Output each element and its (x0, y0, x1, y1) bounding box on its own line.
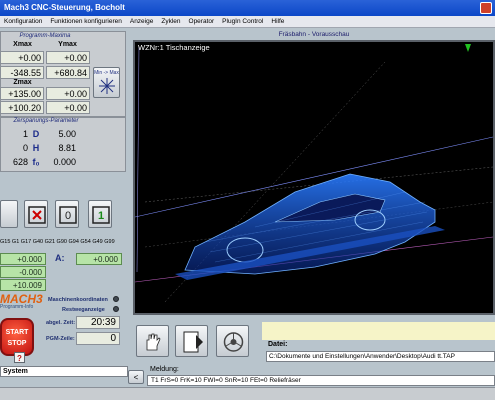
pgm-zeile-label: PGM-Zeile: (46, 336, 75, 342)
xmin-value: -348.55 (0, 66, 44, 79)
menu-anzeige[interactable]: Anzeige (126, 18, 158, 25)
dro-x[interactable]: +0.000 (0, 253, 46, 265)
window-title-bar: Mach3 CNC-Steuerung, Bocholt (0, 0, 495, 16)
zerspanung-v1: 628 (12, 157, 28, 167)
zerspanung-v2: 0.000 (53, 157, 76, 167)
minmax-button[interactable]: Min -> Max (93, 67, 120, 98)
one-button[interactable]: 1 (88, 200, 112, 228)
dro-a[interactable]: +0.000 (76, 253, 122, 265)
zmin2-value: +0.00 (46, 101, 90, 114)
nav-left-button[interactable]: < (128, 370, 144, 384)
mach3-logo: MACH3 Programm-Info (0, 292, 44, 312)
programm-maxima-header: Programm-Maxima (19, 33, 71, 39)
crosshair-icon (99, 78, 115, 94)
stop-label: STOP (7, 340, 27, 347)
zerspanung-key: f₀ (32, 157, 40, 167)
start-stop-button[interactable]: START STOP (0, 318, 34, 356)
zero-icon: 0 (59, 206, 77, 224)
x-zero-button[interactable] (24, 200, 48, 228)
zerspanung-row: 1 D 5.00 (0, 127, 80, 141)
menu-zyklen[interactable]: Zyklen (157, 18, 184, 25)
start-label: START (5, 329, 29, 336)
zerspanung-v2: 8.81 (58, 143, 76, 153)
menu-operator[interactable]: Operator (185, 18, 219, 25)
zerspanung-v1: 1 (22, 129, 28, 139)
zmax-label: Zmax (13, 79, 32, 86)
preview-title: Fräsbahn - Vorausschau (278, 31, 350, 38)
tool-marker-icon (465, 44, 471, 52)
x-zero-icon (28, 206, 46, 224)
dro-z[interactable]: +10.009 (0, 279, 46, 291)
bottom-bar (0, 387, 495, 400)
one-icon: 1 (92, 206, 110, 224)
zerspanung-row: 628 f₀ 0.000 (0, 155, 80, 169)
maschinenkoordinaten-label: Maschinenkoordinaten (48, 297, 108, 303)
wheel-button[interactable] (216, 325, 249, 357)
gcode-line: G15 G1 G17 G40 G21 G90 G94 G54 G49 G99 (0, 239, 115, 245)
meldung-label: Meldung: (150, 366, 179, 373)
menu-bar: Konfiguration Funktionen konfigurieren A… (0, 16, 495, 28)
svg-text:1: 1 (98, 210, 104, 222)
svg-text:0: 0 (65, 210, 71, 222)
datei-label: Datei: (268, 341, 288, 348)
wheel-icon (223, 332, 244, 352)
next-button[interactable] (175, 325, 208, 357)
maschinenkoordinaten-led-icon[interactable] (113, 296, 119, 302)
zerspanung-row: 0 H 8.81 (0, 141, 80, 155)
system-label: System (0, 366, 128, 377)
zerspanung-rows: 1 D 5.00 0 H 8.81 628 f₀ 0.000 (0, 127, 80, 169)
meldung-message: T1 FrS=0 FrK=10 FWI=0 SnR=10 FEt=0 Relie… (147, 375, 495, 386)
notice-area (262, 322, 495, 340)
abgel-zeit-value: 20:39 (76, 316, 120, 329)
dro-a-label: A: (55, 253, 65, 263)
zerspanung-header: Zerspanungs-Parameter (13, 118, 79, 124)
menu-plugin-control[interactable]: PlugIn Control (218, 18, 267, 25)
restweganzeige-led-icon[interactable] (113, 306, 119, 312)
hand-icon (146, 333, 161, 351)
datei-path: C:\Dokumente und Einstellungen\Anwender\… (266, 351, 495, 362)
ymax-value: +0.00 (46, 51, 90, 64)
help-button[interactable]: ? (14, 352, 25, 363)
zmax2-value: +0.00 (46, 87, 90, 100)
close-icon[interactable] (480, 2, 492, 14)
mode-button[interactable] (0, 200, 18, 228)
menu-funktionen[interactable]: Funktionen konfigurieren (46, 18, 126, 25)
pgm-zeile-value: 0 (76, 332, 120, 345)
restweganzeige-label: Restweganzeige (62, 307, 105, 313)
hand-button[interactable] (136, 325, 169, 357)
xmax-label: Xmax (13, 41, 32, 48)
zerspanung-key: D (32, 129, 40, 139)
dro-y[interactable]: -0.000 (0, 266, 46, 278)
zmin-value: +100.20 (0, 101, 44, 114)
xmax-value: +0.00 (0, 51, 44, 64)
toolpath-car-drawing (134, 44, 494, 303)
zerspanung-v2: 5.00 (58, 129, 76, 139)
abgel-zeit-label: abgel. Zeit: (46, 320, 76, 326)
zerspanung-key: H (32, 143, 40, 153)
arrow-right-icon (183, 331, 203, 353)
menu-konfiguration[interactable]: Konfiguration (0, 18, 46, 25)
zmax-value: +135.00 (0, 87, 44, 100)
zero-button[interactable]: 0 (55, 200, 79, 228)
ymax-label: Ymax (58, 41, 77, 48)
window-title: Mach3 CNC-Steuerung, Bocholt (4, 3, 125, 12)
zerspanung-v1: 0 (22, 143, 28, 153)
ymin-value: +680.84 (46, 66, 90, 79)
toolpath-preview[interactable] (133, 40, 495, 315)
menu-hilfe[interactable]: Hilfe (267, 18, 288, 25)
tool-number-label: WZNr:1 Tischanzeige (138, 43, 210, 52)
